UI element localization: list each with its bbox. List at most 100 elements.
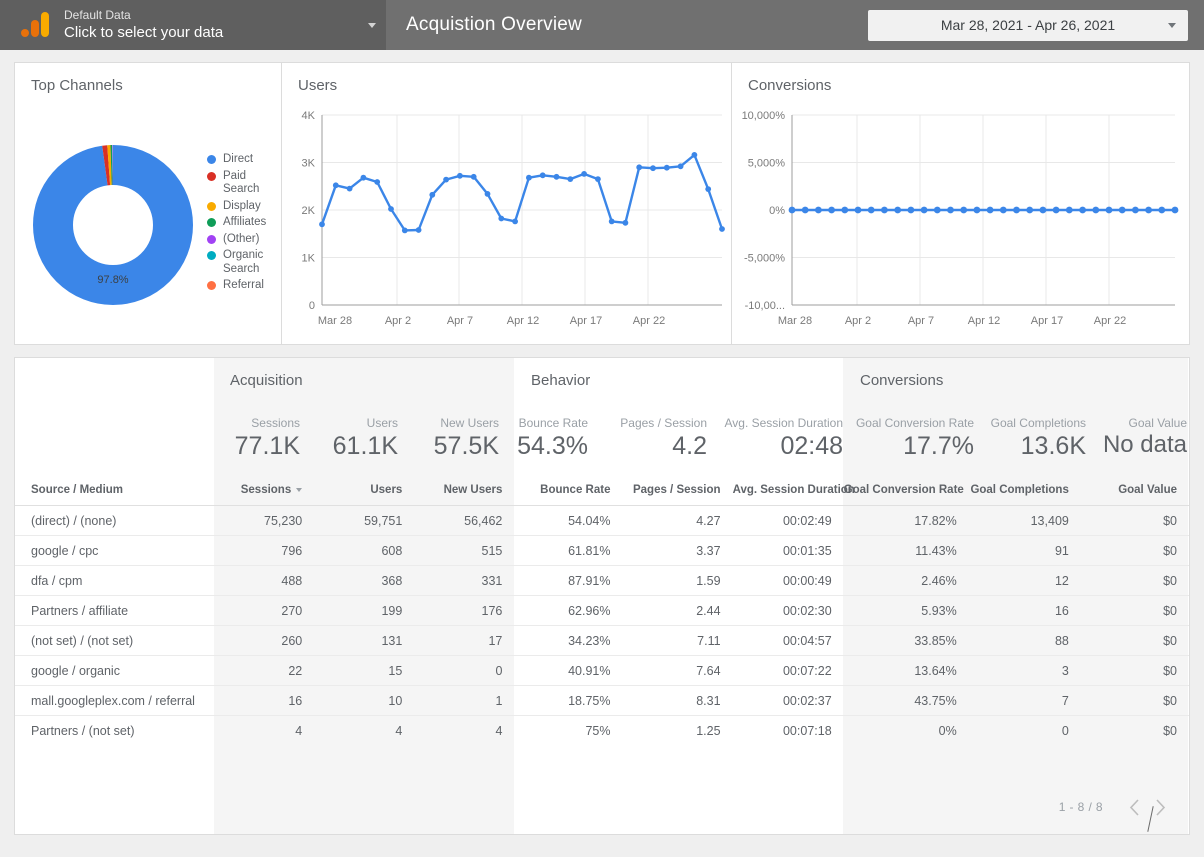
data-source-selector[interactable]: Default Data Click to select your data [0, 0, 386, 50]
chevron-down-icon[interactable] [368, 23, 376, 28]
top-channels-donut[interactable]: 97.8% [33, 145, 193, 305]
cell-metric: 11.43% [844, 536, 969, 566]
svg-text:Mar 28: Mar 28 [318, 315, 352, 327]
col-header-new-users[interactable]: New Users [414, 480, 514, 506]
scorecard-goal-conversion-rate: Goal Conversion Rate 17.7% [843, 416, 974, 461]
col-header-source-medium[interactable]: Source / Medium [15, 480, 214, 506]
table-row[interactable]: google / organic2215040.91%7.6400:07:221… [15, 656, 1189, 686]
cell-metric: 00:02:49 [733, 506, 844, 536]
table-header-row: Source / Medium Sessions Users New Users… [15, 480, 1189, 506]
svg-text:Apr 22: Apr 22 [633, 315, 665, 327]
cell-metric: 62.96% [514, 596, 622, 626]
col-header-pages-session[interactable]: Pages / Session [622, 480, 732, 506]
legend-swatch-icon [207, 281, 216, 290]
legend-label: Paid Search [223, 170, 281, 197]
col-header-users[interactable]: Users [314, 480, 414, 506]
scorecard-value: 02:48 [707, 431, 843, 461]
cell-metric: 87.91% [514, 566, 622, 596]
scorecard-value: 77.1K [185, 431, 300, 461]
cell-metric: 15 [314, 656, 414, 686]
cell-metric: 0 [414, 656, 514, 686]
top-channels-panel: Top Channels 97.8% [15, 63, 282, 344]
svg-text:Apr 2: Apr 2 [845, 315, 871, 327]
legend-label: (Other) [223, 233, 259, 247]
chevron-right-icon[interactable] [1147, 794, 1173, 820]
cell-metric: 260 [214, 626, 314, 656]
table-row[interactable]: Partners / (not set)44475%1.2500:07:180%… [15, 716, 1189, 746]
col-header-goal-completions[interactable]: Goal Completions [969, 480, 1081, 506]
scorecard-value: No data [1086, 431, 1187, 460]
legend-item-paid-search[interactable]: Paid Search [207, 170, 281, 197]
scorecard-pages-session: Pages / Session 4.2 [588, 416, 707, 461]
conversions-chart[interactable]: -10,00...-5,000%0%5,000%10,000%Mar 28Apr… [732, 103, 1189, 344]
date-range-wrap: Mar 28, 2021 - Apr 26, 2021 [868, 0, 1204, 50]
acquisition-data-table: Source / Medium Sessions Users New Users… [15, 480, 1189, 745]
legend-item-direct[interactable]: Direct [207, 153, 281, 167]
cell-metric: 796 [214, 536, 314, 566]
table-row[interactable]: Partners / affiliate27019917662.96%2.440… [15, 596, 1189, 626]
users-chart[interactable]: 01K2K3K4KMar 28Apr 2Apr 7Apr 12Apr 17Apr… [282, 103, 731, 344]
cell-source-medium: (direct) / (none) [15, 506, 214, 536]
users-chart-svg: 01K2K3K4KMar 28Apr 2Apr 7Apr 12Apr 17Apr… [282, 103, 732, 343]
scorecard-users: Users 61.1K [300, 416, 398, 461]
cell-metric: 270 [214, 596, 314, 626]
cell-metric: 7.11 [622, 626, 732, 656]
legend-item-other[interactable]: (Other) [207, 233, 281, 247]
col-header-goal-value[interactable]: Goal Value [1081, 480, 1189, 506]
table-pagination: 1 - 8 / 8 [1059, 794, 1173, 820]
date-range-picker[interactable]: Mar 28, 2021 - Apr 26, 2021 [868, 10, 1188, 41]
cell-metric: 368 [314, 566, 414, 596]
legend-item-affiliates[interactable]: Affiliates [207, 216, 281, 230]
col-header-sessions[interactable]: Sessions [214, 480, 314, 506]
cell-metric: 7 [969, 686, 1081, 716]
scorecard-goal-completions: Goal Completions 13.6K [974, 416, 1086, 461]
cell-metric: 00:07:22 [733, 656, 844, 686]
cell-source-medium: dfa / cpm [15, 566, 214, 596]
col-header-avg-session-duration[interactable]: Avg. Session Duration [733, 480, 844, 506]
cell-metric: 4 [214, 716, 314, 746]
cell-metric: 176 [414, 596, 514, 626]
svg-text:-10,00...: -10,00... [745, 300, 785, 312]
svg-text:1K: 1K [302, 253, 316, 265]
cell-metric: 7.64 [622, 656, 732, 686]
cell-metric: 13.64% [844, 656, 969, 686]
donut-data-label: 97.8% [97, 274, 128, 286]
svg-text:0: 0 [309, 300, 315, 312]
table-row[interactable]: mall.googleplex.com / referral1610118.75… [15, 686, 1189, 716]
legend-swatch-icon [207, 251, 216, 260]
col-header-goal-conversion-rate[interactable]: Goal Conversion Rate [844, 480, 969, 506]
cell-metric: $0 [1081, 656, 1189, 686]
legend-swatch-icon [207, 155, 216, 164]
col-header-bounce-rate[interactable]: Bounce Rate [514, 480, 622, 506]
cell-source-medium: (not set) / (not set) [15, 626, 214, 656]
cell-metric: 0% [844, 716, 969, 746]
legend-item-organic-search[interactable]: Organic Search [207, 249, 281, 276]
svg-text:Apr 22: Apr 22 [1094, 315, 1126, 327]
svg-text:Apr 17: Apr 17 [1031, 315, 1063, 327]
table-row[interactable]: (direct) / (none)75,23059,75156,46254.04… [15, 506, 1189, 536]
scorecard-label: Goal Value [1086, 416, 1187, 430]
legend-swatch-icon [207, 172, 216, 181]
scorecard-label: Avg. Session Duration [707, 416, 843, 430]
conversions-chart-svg: -10,00...-5,000%0%5,000%10,000%Mar 28Apr… [732, 103, 1185, 343]
cell-metric: 00:02:37 [733, 686, 844, 716]
legend-item-display[interactable]: Display [207, 200, 281, 214]
legend-item-referral[interactable]: Referral [207, 279, 281, 293]
cell-metric: 56,462 [414, 506, 514, 536]
svg-text:-5,000%: -5,000% [744, 253, 785, 265]
table-row[interactable]: (not set) / (not set)2601311734.23%7.110… [15, 626, 1189, 656]
chevron-left-icon[interactable] [1121, 794, 1147, 820]
table-row[interactable]: google / cpc79660851561.81%3.3700:01:351… [15, 536, 1189, 566]
cell-metric: 16 [214, 686, 314, 716]
cell-metric: 4 [414, 716, 514, 746]
scorecard-label: Sessions [185, 416, 300, 430]
cell-metric: $0 [1081, 686, 1189, 716]
scorecard-label: Bounce Rate [499, 416, 588, 430]
cell-metric: 488 [214, 566, 314, 596]
legend-swatch-icon [207, 218, 216, 227]
data-source-hint: Click to select your data [64, 23, 358, 42]
cell-metric: 17.82% [844, 506, 969, 536]
table-row[interactable]: dfa / cpm48836833187.91%1.5900:00:492.46… [15, 566, 1189, 596]
scorecard-value: 17.7% [843, 431, 974, 461]
chevron-down-icon[interactable] [1168, 23, 1176, 28]
